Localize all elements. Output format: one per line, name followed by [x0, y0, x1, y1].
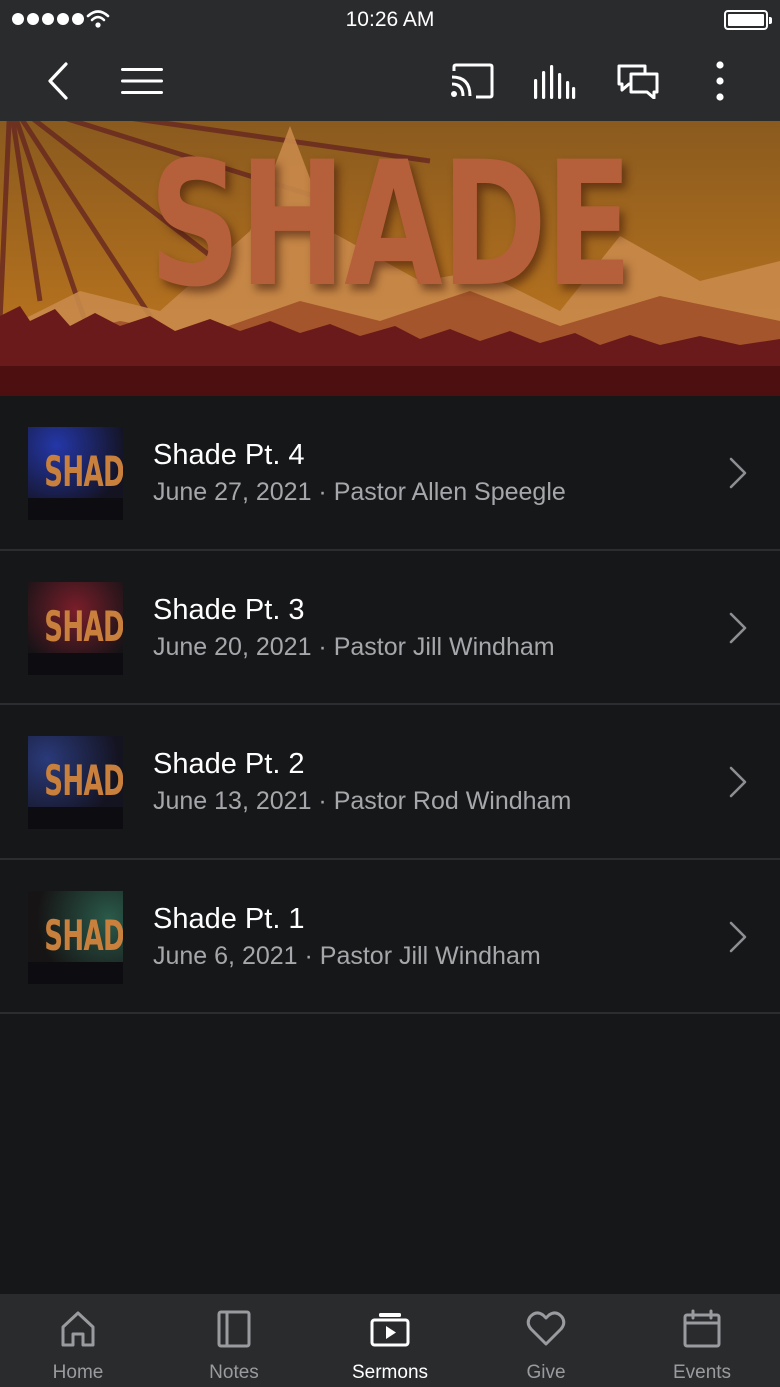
sermon-thumbnail: SHADE	[28, 581, 123, 675]
chevron-right-icon	[729, 921, 747, 952]
sermon-subtitle: June 27, 2021 · Pastor Allen Speegle	[153, 478, 566, 506]
sermon-title: Shade Pt. 2	[153, 748, 305, 780]
sermon-title: Shade Pt. 3	[153, 593, 305, 626]
chevron-right-icon	[729, 457, 747, 489]
banner-title: SHADE	[149, 124, 632, 325]
sermon-list: SHADE Shade Pt. 4 June 27, 2021 · Pastor…	[0, 396, 780, 1014]
sermon-row[interactable]: SHADE Shade Pt. 4 June 27, 2021 · Pastor…	[0, 396, 780, 551]
tab-label: Home	[52, 1362, 104, 1383]
chat-bubbles-icon	[617, 64, 659, 99]
tab-events[interactable]: Events	[624, 1294, 780, 1387]
sermon-thumbnail: SHADE	[28, 427, 123, 520]
thumbnail-title: SHADE	[44, 756, 123, 805]
chevron-right-icon	[729, 766, 747, 798]
tab-label: Give	[526, 1362, 566, 1383]
sermon-thumbnail: SHADE	[28, 736, 123, 829]
cast-button[interactable]	[444, 40, 500, 121]
sermon-row[interactable]: SHADE Shade Pt. 1 June 6, 2021 · Pastor …	[0, 860, 780, 1014]
menu-button[interactable]	[114, 40, 170, 121]
battery-icon	[724, 10, 772, 30]
chat-button[interactable]	[610, 40, 666, 121]
equalizer-icon	[534, 64, 576, 99]
heart-icon	[526, 1311, 566, 1346]
tab-home[interactable]: Home	[0, 1294, 156, 1387]
thumbnail-title: SHADE	[44, 910, 123, 960]
cast-icon	[451, 63, 494, 98]
sermon-subtitle: June 13, 2021 · Pastor Rod Windham	[153, 787, 572, 815]
sermon-thumbnail: SHADE	[28, 890, 123, 984]
tab-label: Events	[672, 1362, 732, 1383]
audio-button[interactable]	[526, 40, 582, 121]
tab-sermons[interactable]: Sermons	[312, 1294, 468, 1387]
series-banner: SHADE	[0, 121, 780, 396]
more-vertical-icon	[716, 60, 724, 101]
status-time: 10:26 AM	[345, 8, 435, 31]
sermon-subtitle: June 6, 2021 · Pastor Jill Windham	[153, 941, 541, 970]
tab-notes[interactable]: Notes	[156, 1294, 312, 1387]
chevron-left-icon	[48, 61, 68, 100]
back-button[interactable]	[30, 40, 86, 121]
thumbnail-title: SHADE	[44, 447, 123, 496]
chevron-right-icon	[729, 612, 747, 643]
hamburger-menu-icon	[121, 67, 163, 94]
calendar-icon	[683, 1309, 721, 1348]
sermon-row[interactable]: SHADE Shade Pt. 2 June 13, 2021 · Pastor…	[0, 705, 780, 860]
navigation-bar	[0, 40, 780, 121]
tab-label: Sermons	[351, 1362, 429, 1383]
thumbnail-title: SHADE	[44, 601, 123, 651]
status-bar: 10:26 AM	[0, 0, 780, 40]
sermon-subtitle: June 20, 2021 · Pastor Jill Windham	[153, 632, 555, 661]
sermons-icon	[370, 1313, 410, 1347]
tab-give[interactable]: Give	[468, 1294, 624, 1387]
sermon-row[interactable]: SHADE Shade Pt. 3 June 20, 2021 · Pastor…	[0, 551, 780, 705]
sermon-title: Shade Pt. 1	[153, 902, 305, 935]
notes-icon	[217, 1310, 251, 1348]
sermon-title: Shade Pt. 4	[153, 439, 305, 471]
tab-label: Notes	[209, 1362, 259, 1383]
more-options-button[interactable]	[694, 40, 746, 121]
bottom-tab-bar: Home Notes Sermons Give Events	[0, 1294, 780, 1387]
home-icon	[61, 1311, 95, 1347]
